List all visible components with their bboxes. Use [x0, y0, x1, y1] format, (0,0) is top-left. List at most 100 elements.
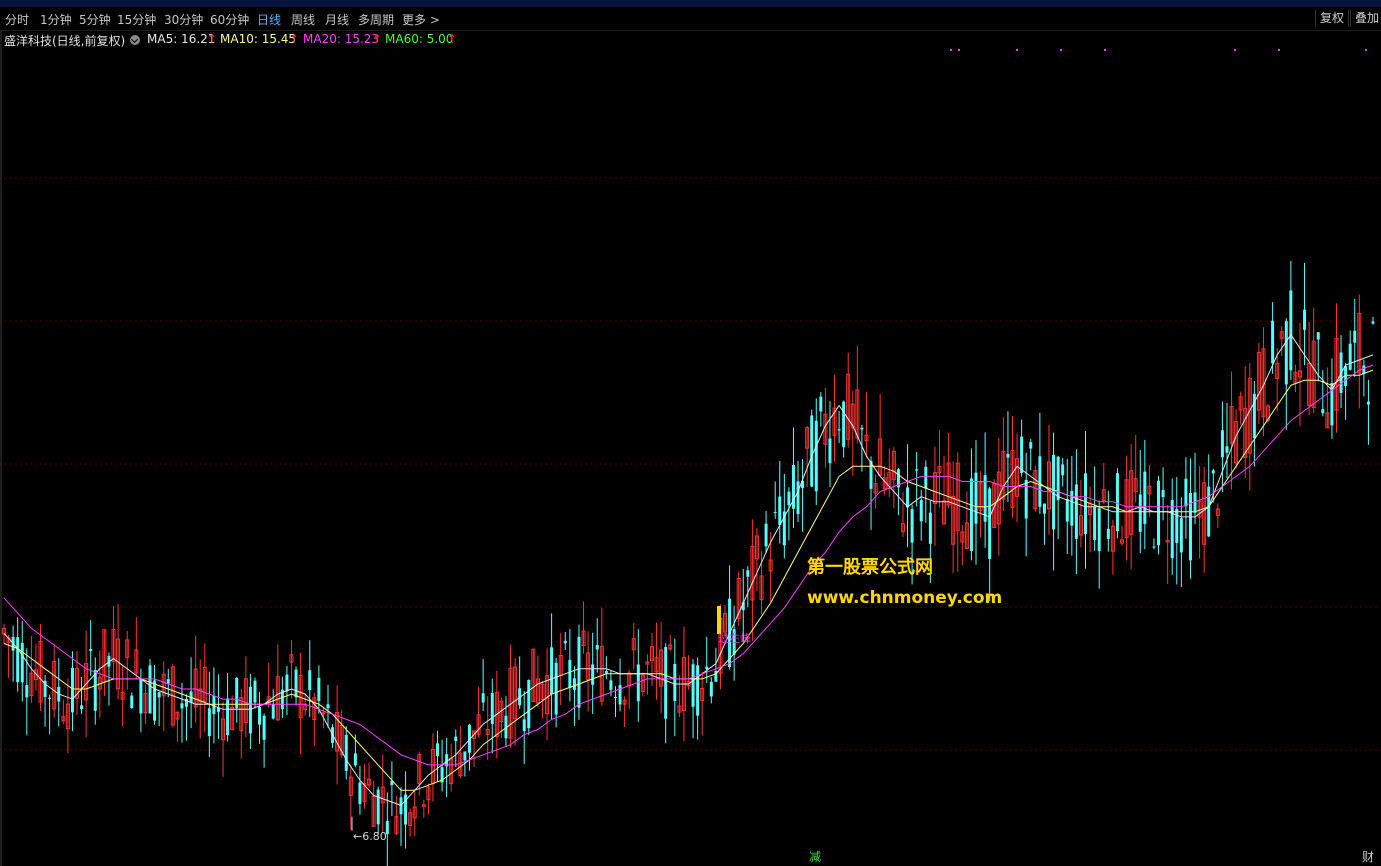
candle-body	[344, 734, 348, 771]
candle-body	[490, 692, 494, 725]
signal-label: 过左峰	[718, 632, 751, 645]
candle-body	[837, 429, 841, 431]
candle-body	[294, 669, 298, 698]
candle-body	[1138, 494, 1142, 532]
candle-body	[89, 648, 93, 652]
candlestick-chart[interactable]	[0, 31, 1381, 866]
candle-body	[253, 680, 257, 703]
candle-body	[25, 685, 29, 698]
ma10-up-arrow: ↑	[289, 32, 300, 46]
period-tab[interactable]: 5分钟	[79, 11, 111, 28]
period-tab-daily[interactable]: 日线	[257, 11, 281, 28]
candle-body	[1284, 321, 1288, 385]
candle-body	[764, 523, 768, 547]
candle-body	[819, 396, 823, 412]
candle-body	[1193, 492, 1197, 513]
event-marker-cai[interactable]: 财	[1362, 848, 1374, 865]
candle-body	[787, 491, 791, 506]
candle-body	[664, 647, 668, 719]
ma5-up-arrow: ↑	[207, 32, 218, 46]
candle-body	[436, 743, 440, 757]
ma5-value: MA5: 16.21	[147, 32, 216, 46]
candle-body	[1207, 486, 1211, 537]
candle-body	[157, 692, 161, 698]
candle-body	[609, 680, 613, 690]
candle-body	[691, 664, 695, 707]
candle-body	[180, 703, 184, 709]
candle-body	[1184, 478, 1188, 507]
candle-body	[773, 511, 777, 513]
signal-dot	[1104, 49, 1106, 51]
candle-body	[915, 469, 919, 471]
candle-body	[1175, 508, 1179, 543]
top-menu-bar[interactable]	[0, 0, 1381, 7]
candle-body	[1143, 471, 1147, 524]
stock-title: 盛洋科技(日线,前复权)	[4, 34, 126, 48]
period-toolbar: 分时 1分钟 5分钟 15分钟 30分钟 60分钟 日线 周线 月线 多周期 更…	[0, 8, 1381, 31]
period-tab[interactable]: 15分钟	[117, 11, 156, 28]
candle-body	[1061, 464, 1065, 476]
candle-body	[262, 715, 266, 740]
candle-body	[746, 570, 750, 577]
info-toggle-icon[interactable]	[130, 35, 140, 45]
candle-body	[1348, 343, 1352, 370]
candle-body	[673, 663, 677, 701]
signal-dot	[1234, 49, 1236, 51]
candle-body	[1225, 446, 1229, 453]
ma60-value: MA60: 5.00	[385, 32, 454, 46]
candle-body	[308, 670, 312, 691]
candle-body	[1056, 456, 1060, 501]
candle-body	[1020, 436, 1024, 473]
event-marker-jian[interactable]: 减	[809, 848, 821, 865]
candle-body	[481, 693, 485, 703]
low-price-label: ←6.80	[353, 830, 387, 843]
candle-body	[810, 415, 814, 487]
candle-body	[1157, 480, 1161, 546]
fuquan-button[interactable]: 复权	[1315, 10, 1350, 27]
candle-body	[910, 509, 914, 543]
candle-body	[1084, 473, 1088, 535]
candle-body	[207, 708, 211, 737]
period-tab[interactable]: 30分钟	[164, 11, 203, 28]
signal-dot	[950, 49, 952, 51]
candle-body	[563, 640, 567, 644]
signal-dot	[1365, 49, 1367, 51]
signal-dot	[1278, 49, 1280, 51]
candle-body	[317, 677, 321, 702]
candle-body	[696, 665, 700, 716]
period-more[interactable]: 更多 >	[402, 11, 440, 28]
candle-body	[1006, 453, 1010, 458]
candle-body	[139, 679, 143, 714]
candle-body	[20, 642, 24, 683]
candle-body	[1366, 401, 1370, 405]
diejia-button[interactable]: 叠加	[1350, 10, 1381, 27]
candle-body	[860, 427, 864, 430]
signal-dot	[958, 49, 960, 51]
candle-body	[326, 704, 330, 709]
candle-body	[919, 500, 923, 522]
candle-body	[1106, 528, 1110, 539]
candle-body	[212, 695, 216, 715]
period-tab[interactable]: 周线	[291, 11, 315, 28]
candle-body	[928, 512, 932, 544]
candle-body	[1152, 546, 1156, 548]
period-tab[interactable]: 60分钟	[210, 11, 249, 28]
candle-body	[974, 472, 978, 524]
candle-body	[796, 481, 800, 515]
candle-body	[577, 636, 581, 708]
candle-body	[1179, 518, 1183, 553]
candle-body	[595, 645, 599, 650]
period-tab[interactable]: 月线	[325, 11, 349, 28]
candle-body	[1042, 503, 1046, 514]
period-tab[interactable]: 多周期	[358, 11, 394, 28]
candle-body	[778, 496, 782, 525]
candle-body	[285, 674, 289, 692]
candle-body	[1316, 332, 1320, 340]
period-tab[interactable]: 1分钟	[40, 11, 72, 28]
candle-body	[1321, 409, 1325, 414]
candle-body	[1211, 470, 1215, 474]
candle-body	[248, 686, 252, 734]
period-tab[interactable]: 分时	[5, 11, 29, 28]
signal-dot	[1060, 49, 1062, 51]
candle-body	[258, 706, 262, 725]
